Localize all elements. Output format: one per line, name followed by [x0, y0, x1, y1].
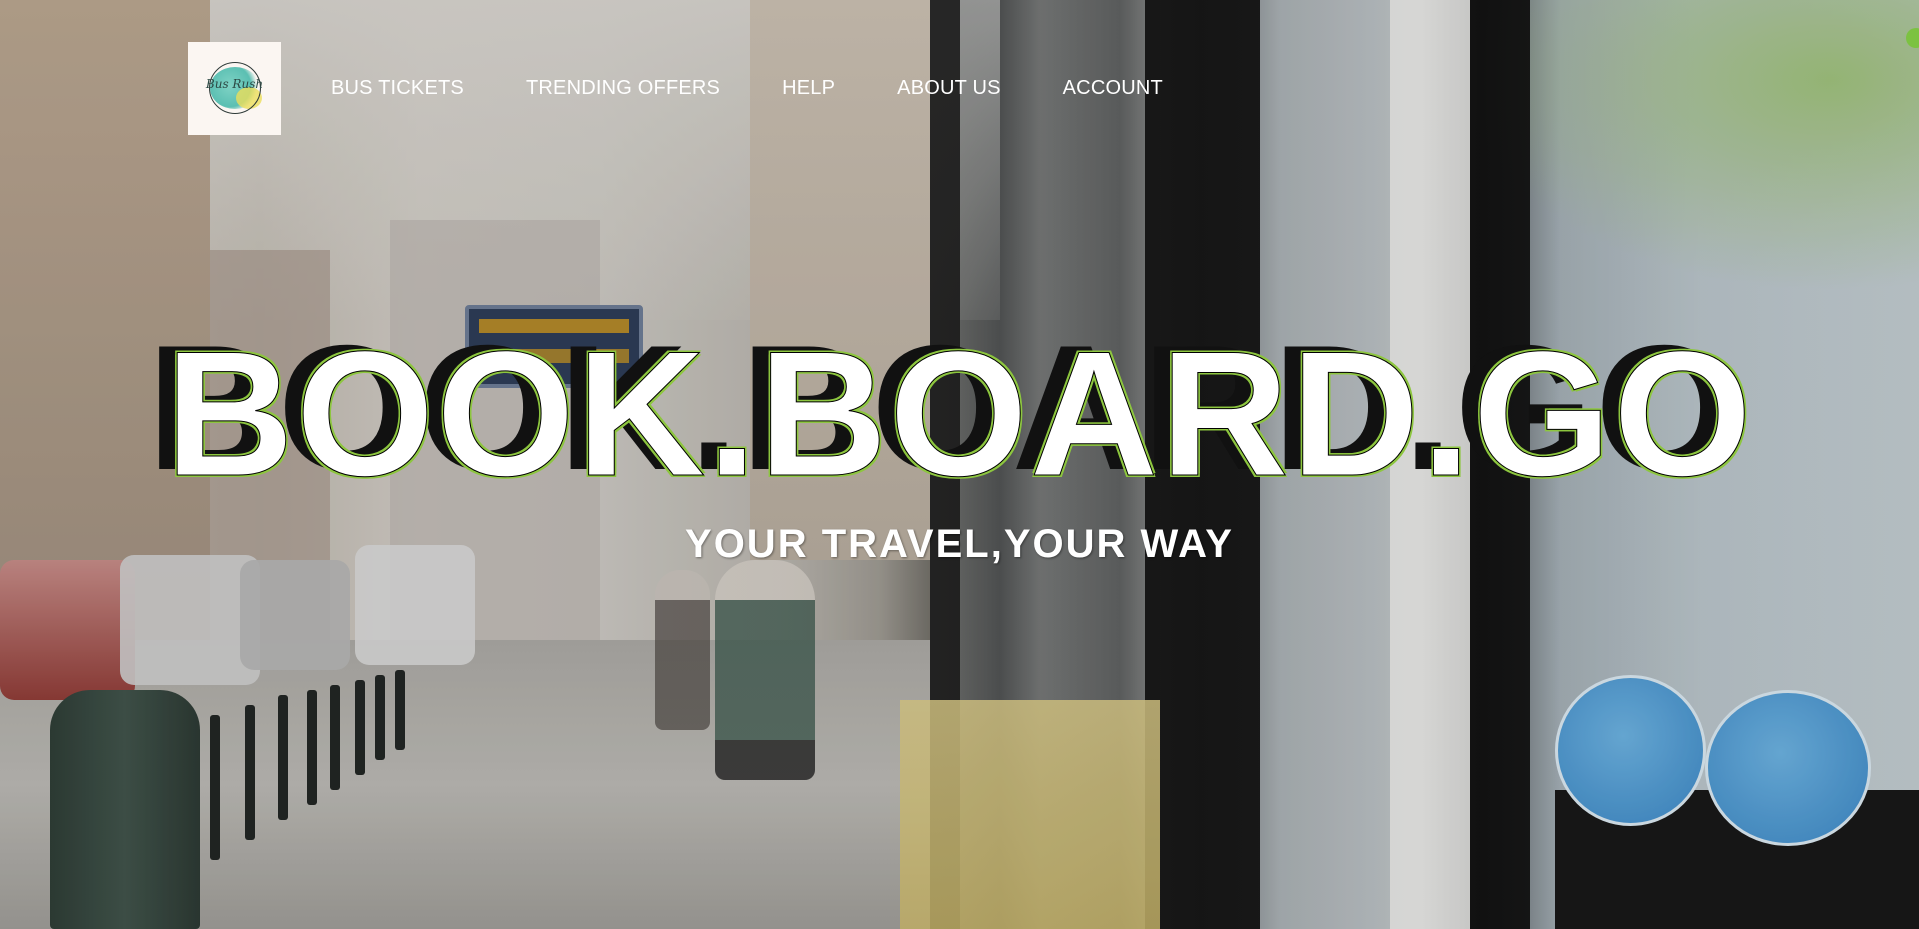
nav-link-account[interactable]: ACCOUNT — [1063, 77, 1163, 100]
nav-link-trending-offers[interactable]: TRENDING OFFERS — [526, 77, 720, 100]
logo-text: Bus Rush — [205, 77, 264, 91]
nav-links: BUS TICKETS TRENDING OFFERS HELP ABOUT U… — [331, 77, 1225, 100]
nav-link-help[interactable]: HELP — [782, 77, 835, 100]
hero-headline: BOOK.BOARD.GO — [165, 314, 1754, 513]
brand-logo[interactable]: Bus Rush — [188, 41, 281, 135]
nav-link-bus-tickets[interactable]: BUS TICKETS — [331, 77, 464, 100]
accent-dot — [1906, 28, 1919, 48]
bus-rush-logo-icon: Bus Rush — [206, 59, 264, 117]
hero-section: Bus Rush BUS TICKETS TRENDING OFFERS HEL… — [0, 0, 1919, 929]
hero-tagline: YOUR TRAVEL,YOUR WAY — [685, 522, 1234, 566]
top-navigation: Bus Rush BUS TICKETS TRENDING OFFERS HEL… — [188, 41, 1225, 135]
nav-link-about-us[interactable]: ABOUT US — [897, 77, 1000, 100]
